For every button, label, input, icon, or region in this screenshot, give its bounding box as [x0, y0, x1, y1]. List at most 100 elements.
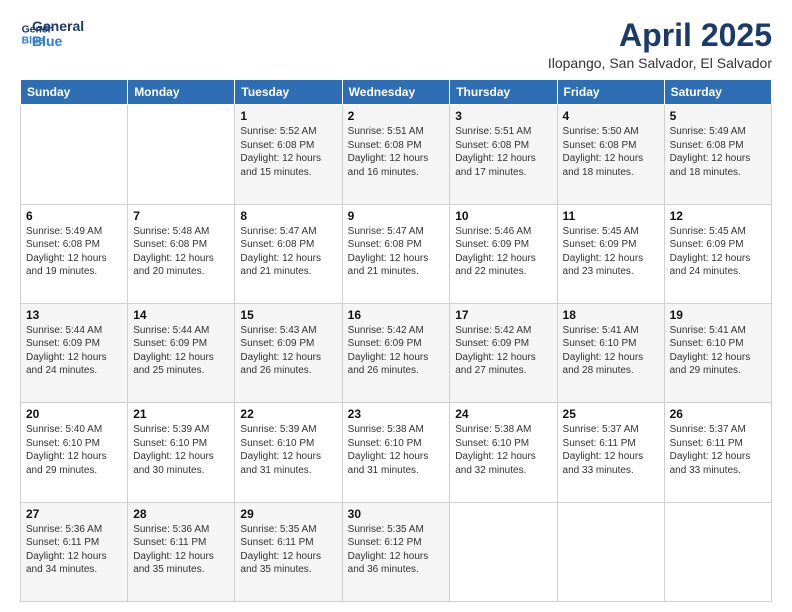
day-number: 13: [26, 308, 122, 322]
day-info: Sunrise: 5:47 AM Sunset: 6:08 PM Dayligh…: [240, 225, 336, 279]
day-number: 1: [240, 109, 336, 123]
day-number: 30: [348, 507, 445, 521]
calendar-cell: 26Sunrise: 5:37 AM Sunset: 6:11 PM Dayli…: [664, 403, 771, 502]
day-info: Sunrise: 5:39 AM Sunset: 6:10 PM Dayligh…: [240, 423, 336, 477]
calendar-cell: [21, 105, 128, 204]
day-info: Sunrise: 5:38 AM Sunset: 6:10 PM Dayligh…: [455, 423, 551, 477]
day-info: Sunrise: 5:42 AM Sunset: 6:09 PM Dayligh…: [348, 324, 445, 378]
day-number: 10: [455, 209, 551, 223]
day-number: 5: [670, 109, 766, 123]
day-info: Sunrise: 5:37 AM Sunset: 6:11 PM Dayligh…: [563, 423, 659, 477]
day-number: 16: [348, 308, 445, 322]
calendar-cell: 19 Sunrise: 5:41 AM Sunset: 6:10 PM Dayli…: [664, 303, 771, 402]
day-info: Sunrise: 5:45 AM Sunset: 6:09 PM Dayligh…: [670, 225, 766, 279]
day-info: Sunrise: 5:46 AM Sunset: 6:09 PM Dayligh…: [455, 225, 551, 279]
calendar-cell: 15 Sunrise: 5:43 AM Sunset: 6:09 PM Dayli…: [235, 303, 342, 402]
calendar-cell: [557, 502, 664, 601]
day-info: Sunrise: 5:37 AM Sunset: 6:11 PM Dayligh…: [670, 423, 766, 477]
calendar-cell: 23Sunrise: 5:38 AM Sunset: 6:10 PM Dayli…: [342, 403, 450, 502]
weekday-header: Saturday: [664, 80, 771, 105]
day-info: Sunrise: 5:47 AM Sunset: 6:08 PM Dayligh…: [348, 225, 445, 279]
day-number: 17: [455, 308, 551, 322]
calendar-cell: 21 Sunrise: 5:39 AM Sunset: 6:10 PM Dayli…: [128, 403, 235, 502]
calendar-week-row: 1 Sunrise: 5:52 AM Sunset: 6:08 PM Daylig…: [21, 105, 772, 204]
calendar-cell: 17 Sunrise: 5:42 AM Sunset: 6:09 PM Dayli…: [450, 303, 557, 402]
day-info: Sunrise: 5:36 AM Sunset: 6:11 PM Dayligh…: [133, 523, 229, 577]
title-area: April 2025 Ilopango, San Salvador, El Sa…: [548, 18, 772, 71]
day-number: 3: [455, 109, 551, 123]
calendar-cell: 4 Sunrise: 5:50 AM Sunset: 6:08 PM Daylig…: [557, 105, 664, 204]
day-number: 24: [455, 407, 551, 421]
calendar-cell: 3 Sunrise: 5:51 AM Sunset: 6:08 PM Daylig…: [450, 105, 557, 204]
day-info: Sunrise: 5:35 AM Sunset: 6:11 PM Dayligh…: [240, 523, 336, 577]
day-info: Sunrise: 5:51 AM Sunset: 6:08 PM Dayligh…: [455, 125, 551, 179]
calendar-cell: 24 Sunrise: 5:38 AM Sunset: 6:10 PM Dayli…: [450, 403, 557, 502]
calendar-cell: 14 Sunrise: 5:44 AM Sunset: 6:09 PM Dayli…: [128, 303, 235, 402]
day-number: 15: [240, 308, 336, 322]
main-title: April 2025: [548, 18, 772, 53]
calendar-week-row: 20 Sunrise: 5:40 AM Sunset: 6:10 PM Dayli…: [21, 403, 772, 502]
day-info: Sunrise: 5:43 AM Sunset: 6:09 PM Dayligh…: [240, 324, 336, 378]
day-number: 14: [133, 308, 229, 322]
day-info: Sunrise: 5:36 AM Sunset: 6:11 PM Dayligh…: [26, 523, 122, 577]
day-number: 23: [348, 407, 445, 421]
day-info: Sunrise: 5:42 AM Sunset: 6:09 PM Dayligh…: [455, 324, 551, 378]
day-info: Sunrise: 5:44 AM Sunset: 6:09 PM Dayligh…: [133, 324, 229, 378]
weekday-header: Monday: [128, 80, 235, 105]
day-number: 9: [348, 209, 445, 223]
day-info: Sunrise: 5:50 AM Sunset: 6:08 PM Dayligh…: [563, 125, 659, 179]
day-info: Sunrise: 5:49 AM Sunset: 6:08 PM Dayligh…: [26, 225, 122, 279]
calendar-cell: 5Sunrise: 5:49 AM Sunset: 6:08 PM Daylig…: [664, 105, 771, 204]
calendar-cell: 11Sunrise: 5:45 AM Sunset: 6:09 PM Dayli…: [557, 204, 664, 303]
calendar-cell: 12 Sunrise: 5:45 AM Sunset: 6:09 PM Dayli…: [664, 204, 771, 303]
calendar-cell: [450, 502, 557, 601]
weekday-header: Tuesday: [235, 80, 342, 105]
calendar-cell: 2 Sunrise: 5:51 AM Sunset: 6:08 PM Daylig…: [342, 105, 450, 204]
day-number: 7: [133, 209, 229, 223]
subtitle: Ilopango, San Salvador, El Salvador: [548, 55, 772, 71]
calendar-cell: 29 Sunrise: 5:35 AM Sunset: 6:11 PM Dayli…: [235, 502, 342, 601]
weekday-header: Friday: [557, 80, 664, 105]
calendar-cell: 25 Sunrise: 5:37 AM Sunset: 6:11 PM Dayli…: [557, 403, 664, 502]
logo-blue: Blue: [32, 34, 84, 49]
calendar-table: SundayMondayTuesdayWednesdayThursdayFrid…: [20, 79, 772, 602]
day-number: 8: [240, 209, 336, 223]
day-info: Sunrise: 5:52 AM Sunset: 6:08 PM Dayligh…: [240, 125, 336, 179]
calendar-cell: 7 Sunrise: 5:48 AM Sunset: 6:08 PM Daylig…: [128, 204, 235, 303]
day-number: 12: [670, 209, 766, 223]
day-info: Sunrise: 5:48 AM Sunset: 6:08 PM Dayligh…: [133, 225, 229, 279]
logo-general: General: [32, 19, 84, 34]
calendar-week-row: 6Sunrise: 5:49 AM Sunset: 6:08 PM Daylig…: [21, 204, 772, 303]
day-info: Sunrise: 5:35 AM Sunset: 6:12 PM Dayligh…: [348, 523, 445, 577]
day-number: 21: [133, 407, 229, 421]
day-info: Sunrise: 5:41 AM Sunset: 6:10 PM Dayligh…: [563, 324, 659, 378]
calendar-header-row: SundayMondayTuesdayWednesdayThursdayFrid…: [21, 80, 772, 105]
day-info: Sunrise: 5:40 AM Sunset: 6:10 PM Dayligh…: [26, 423, 122, 477]
calendar-cell: 1 Sunrise: 5:52 AM Sunset: 6:08 PM Daylig…: [235, 105, 342, 204]
calendar-cell: [128, 105, 235, 204]
logo: General Blue General Blue: [20, 18, 84, 50]
day-info: Sunrise: 5:39 AM Sunset: 6:10 PM Dayligh…: [133, 423, 229, 477]
day-number: 27: [26, 507, 122, 521]
day-number: 4: [563, 109, 659, 123]
day-number: 19: [670, 308, 766, 322]
weekday-header: Wednesday: [342, 80, 450, 105]
day-info: Sunrise: 5:41 AM Sunset: 6:10 PM Dayligh…: [670, 324, 766, 378]
header: General Blue General Blue April 2025 Ilo…: [20, 18, 772, 71]
day-number: 2: [348, 109, 445, 123]
day-number: 22: [240, 407, 336, 421]
day-number: 20: [26, 407, 122, 421]
calendar-cell: 30 Sunrise: 5:35 AM Sunset: 6:12 PM Dayli…: [342, 502, 450, 601]
calendar-cell: 16 Sunrise: 5:42 AM Sunset: 6:09 PM Dayli…: [342, 303, 450, 402]
day-number: 11: [563, 209, 659, 223]
day-info: Sunrise: 5:51 AM Sunset: 6:08 PM Dayligh…: [348, 125, 445, 179]
day-number: 25: [563, 407, 659, 421]
day-number: 29: [240, 507, 336, 521]
page: General Blue General Blue April 2025 Ilo…: [0, 0, 792, 612]
calendar-cell: 20 Sunrise: 5:40 AM Sunset: 6:10 PM Dayli…: [21, 403, 128, 502]
calendar-week-row: 27 Sunrise: 5:36 AM Sunset: 6:11 PM Dayli…: [21, 502, 772, 601]
calendar-cell: 13 Sunrise: 5:44 AM Sunset: 6:09 PM Dayli…: [21, 303, 128, 402]
calendar-cell: [664, 502, 771, 601]
day-info: Sunrise: 5:44 AM Sunset: 6:09 PM Dayligh…: [26, 324, 122, 378]
calendar-cell: 8 Sunrise: 5:47 AM Sunset: 6:08 PM Daylig…: [235, 204, 342, 303]
